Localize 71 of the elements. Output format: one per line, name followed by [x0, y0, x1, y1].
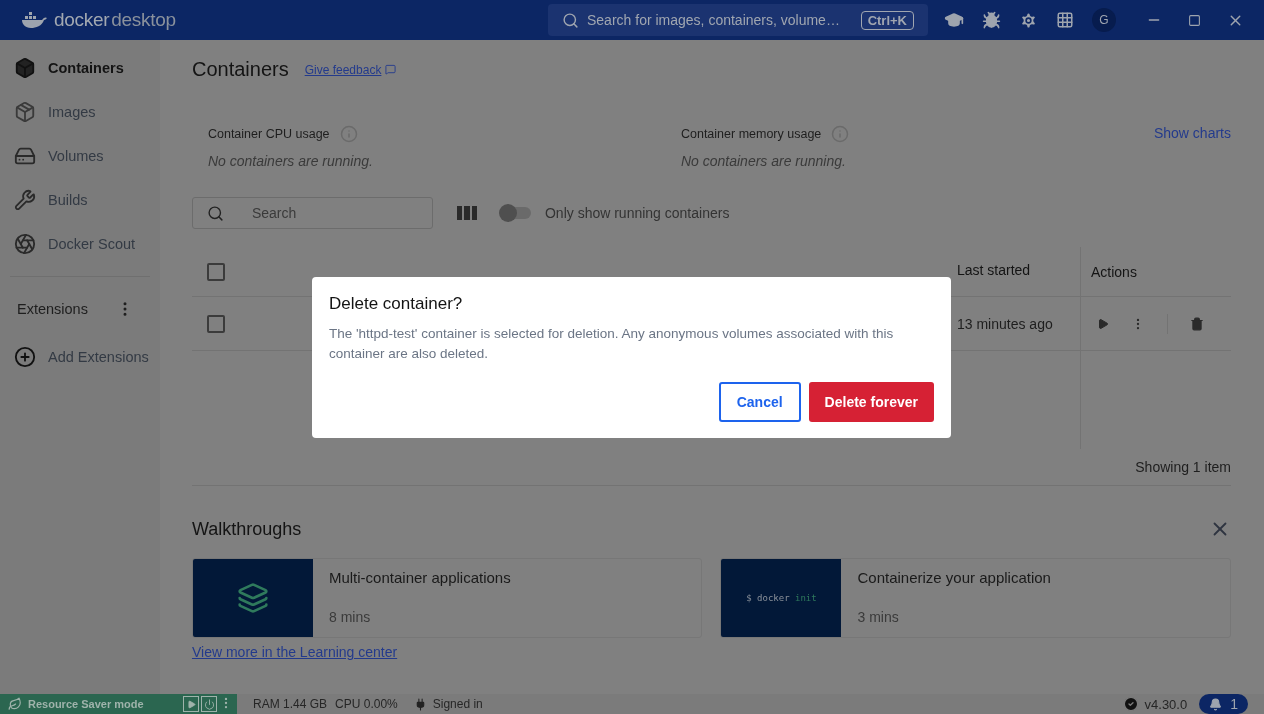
- row-checkbox[interactable]: [206, 314, 225, 333]
- power-icon: [203, 698, 215, 710]
- search-field[interactable]: Search: [191, 197, 433, 229]
- app-logo: dockerdesktop: [20, 9, 176, 31]
- sidebar-item[interactable]: Volumes: [10, 134, 150, 178]
- show-charts-link[interactable]: Show charts: [1153, 125, 1231, 141]
- layers-icon: [236, 582, 269, 614]
- leaf-icon: [8, 697, 22, 711]
- drive-icon: [14, 145, 36, 167]
- sidebar-item[interactable]: Builds: [10, 178, 150, 222]
- cpu-usage: CPU 0.00%: [335, 697, 398, 711]
- trash-icon[interactable]: [1190, 316, 1204, 331]
- card-duration: 8 mins: [328, 609, 372, 625]
- settings-icon[interactable]: [1019, 10, 1038, 30]
- user-avatar[interactable]: G: [1092, 8, 1116, 32]
- stat-label: Container CPU usage: [207, 127, 330, 141]
- global-search-field[interactable]: Search for images, containers, volume… Ctrl+K: [548, 4, 928, 36]
- card-title: Containerize your application: [857, 569, 1051, 586]
- walkthrough-card[interactable]: $ docker init Containerize your application 3 mins: [720, 558, 1231, 638]
- cancel-button[interactable]: Cancel: [718, 382, 801, 422]
- stat-value: No containers are running.: [680, 153, 847, 169]
- bug-icon[interactable]: [982, 10, 1001, 30]
- play-icon: [186, 699, 196, 709]
- package-icon: [14, 101, 36, 123]
- stat-value: No containers are running.: [207, 153, 374, 169]
- sign-in-status: Signed in: [432, 697, 483, 711]
- whale-icon: [20, 11, 48, 29]
- card-duration: 3 mins: [857, 609, 900, 625]
- sidebar-item[interactable]: Images: [10, 90, 150, 134]
- shortcut-key: Ctrl+K: [860, 10, 914, 30]
- learning-center-link[interactable]: View more in the Learning center: [191, 644, 1231, 660]
- item-count: Showing 1 item: [1135, 459, 1231, 475]
- version-label: v4.30.0: [1144, 696, 1188, 712]
- chat-icon: [385, 64, 397, 75]
- power-button[interactable]: [201, 696, 217, 712]
- toggle-label: Only show running containers: [544, 205, 730, 221]
- apps-grid-icon[interactable]: [1056, 11, 1074, 29]
- maximize-icon[interactable]: [1188, 13, 1201, 27]
- ram-usage: RAM 1.44 GB: [253, 697, 328, 711]
- sidebar-item[interactable]: Containers: [10, 46, 150, 90]
- terminal-text: $ docker init: [746, 593, 817, 603]
- column-header[interactable]: Last started: [957, 247, 1080, 296]
- graduation-cap-icon[interactable]: [944, 10, 964, 30]
- search-icon: [206, 204, 224, 222]
- feedback-link[interactable]: Give feedback: [304, 62, 397, 77]
- notifications-button[interactable]: 1: [1199, 694, 1248, 714]
- wrench-icon: [14, 189, 36, 211]
- table-cell-text: 13 minutes ago: [957, 314, 1054, 334]
- select-all-checkbox[interactable]: [206, 262, 225, 281]
- column-header: Actions: [1080, 247, 1231, 296]
- walkthrough-card[interactable]: Multi-container applications 8 mins: [191, 558, 703, 638]
- sidebar-item[interactable]: Docker Scout: [10, 222, 150, 266]
- search-icon: [562, 11, 579, 29]
- section-title: Walkthroughs: [191, 518, 302, 540]
- dialog-message: The 'httpd-test' container is selected for deletion. Any anonymous volumes associated with this container are also deleted.: [329, 325, 895, 363]
- extensions-heading: Extensions: [17, 301, 88, 317]
- page-title: Containers: [191, 58, 289, 81]
- aperture-icon: [14, 233, 36, 255]
- add-extensions-item[interactable]: Add Extensions: [10, 335, 150, 379]
- resource-saver-label: Resource Saver mode: [28, 698, 144, 710]
- cube-icon: [14, 57, 36, 79]
- card-title: Multi-container applications: [328, 569, 511, 586]
- plus-circle-icon: [14, 346, 36, 368]
- stat-label: Container memory usage: [680, 127, 822, 141]
- columns-icon[interactable]: [456, 206, 477, 220]
- bell-icon: [1209, 697, 1223, 711]
- play-button[interactable]: [183, 696, 199, 712]
- play-icon[interactable]: [1097, 317, 1109, 330]
- delete-button[interactable]: Delete forever: [808, 382, 934, 422]
- dialog-title: Delete container?: [329, 294, 464, 314]
- toggle-switch[interactable]: [500, 207, 531, 219]
